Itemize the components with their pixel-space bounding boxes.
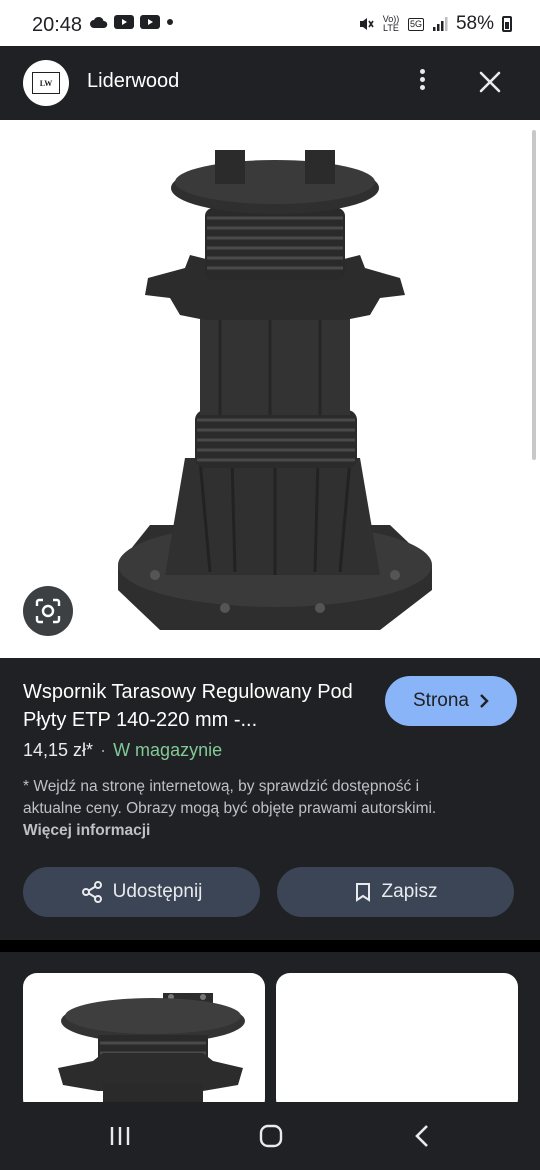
notification-icons	[90, 15, 174, 29]
home-icon[interactable]	[259, 1124, 283, 1148]
network-5g-label: 5G	[407, 17, 424, 31]
visit-site-button[interactable]: Strona	[385, 676, 517, 726]
share-icon	[81, 881, 102, 903]
more-notifications-dot-icon	[167, 19, 173, 25]
visual-search-button[interactable]	[23, 586, 73, 636]
status-time: 20:48	[32, 14, 83, 36]
more-info-link[interactable]: Więcej informacji	[23, 822, 150, 839]
signal-icon	[432, 17, 448, 31]
youtube-icon-2	[140, 15, 160, 29]
site-name: Liderwood	[87, 70, 180, 92]
product-image[interactable]	[0, 120, 540, 658]
product-price: 14,15 zł*	[23, 740, 94, 760]
more-options-icon[interactable]	[410, 66, 434, 96]
separator-dot: ·	[100, 740, 107, 760]
chevron-right-icon	[480, 694, 489, 708]
lens-icon	[35, 598, 61, 624]
share-button[interactable]: Udostępnij	[23, 867, 260, 917]
volte-label: Vo)) LTE	[382, 14, 400, 33]
related-result-card-2[interactable]	[276, 973, 518, 1113]
pedestal-illustration	[118, 150, 432, 630]
close-icon[interactable]	[476, 68, 504, 96]
share-label: Udostępnij	[112, 881, 203, 902]
system-navigation-bar	[0, 1102, 540, 1170]
bookmark-icon	[355, 883, 370, 902]
status-bar: 20:48 Vo)) LTE 5G 58%	[0, 0, 540, 46]
section-divider	[0, 940, 540, 952]
save-label: Zapisz	[381, 881, 438, 902]
disclaimer-text: * Wejdź na stronę internetową, by sprawd…	[23, 776, 473, 842]
logo-mark: LW	[32, 72, 60, 94]
site-logo[interactable]: LW	[23, 60, 69, 106]
mute-icon	[359, 18, 374, 30]
related-result-card[interactable]	[23, 973, 265, 1113]
recent-apps-icon[interactable]	[108, 1124, 132, 1148]
system-icons: Vo)) LTE 5G 58%	[358, 13, 512, 35]
cloud-icon	[90, 16, 108, 28]
related-pedestal-illustration	[58, 993, 245, 1113]
availability-status: W magazynie	[113, 740, 223, 760]
youtube-icon	[114, 15, 134, 29]
save-button[interactable]: Zapisz	[277, 867, 514, 917]
disclaimer-body: * Wejdź na stronę internetową, by sprawd…	[23, 778, 437, 817]
back-icon[interactable]	[413, 1124, 433, 1148]
visit-site-label: Strona	[413, 690, 469, 711]
battery-percent: 58%	[455, 13, 494, 34]
image-scrollbar[interactable]	[532, 130, 536, 460]
price-availability-row: 14,15 zł* · W magazynie	[23, 740, 222, 761]
product-title[interactable]: Wspornik Tarasowy Regulowany Pod Płyty E…	[23, 678, 368, 734]
app-bar: LW Liderwood	[0, 46, 540, 120]
battery-icon	[502, 16, 512, 32]
